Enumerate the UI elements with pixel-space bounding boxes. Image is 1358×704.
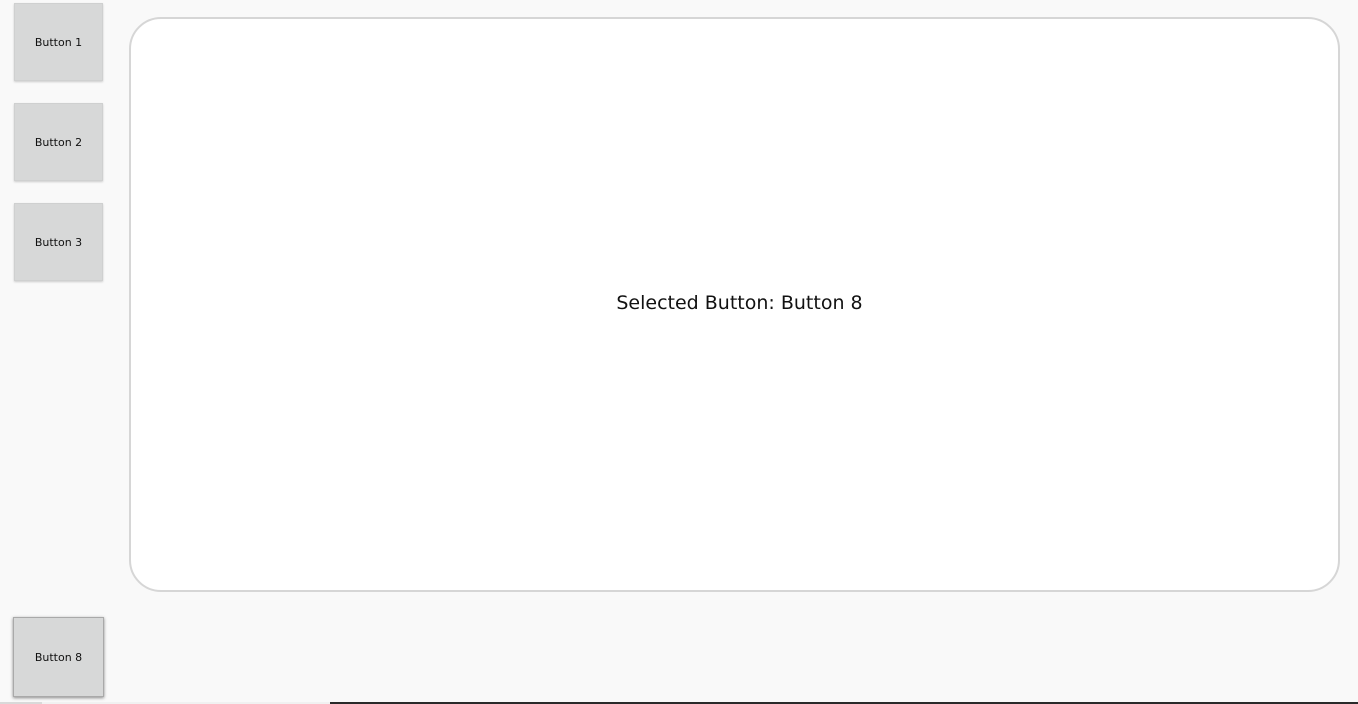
button-8[interactable]: Button 8 [13,617,104,697]
button-2[interactable]: Button 2 [14,103,103,181]
selected-button-text: Selected Button: Button 8 [616,291,863,314]
button-3[interactable]: Button 3 [14,203,103,281]
app-window: Button 1 Button 2 Button 3 Selected Butt… [0,0,1358,704]
button-1[interactable]: Button 1 [14,3,103,81]
content-panel: Selected Button: Button 8 [129,17,1340,592]
